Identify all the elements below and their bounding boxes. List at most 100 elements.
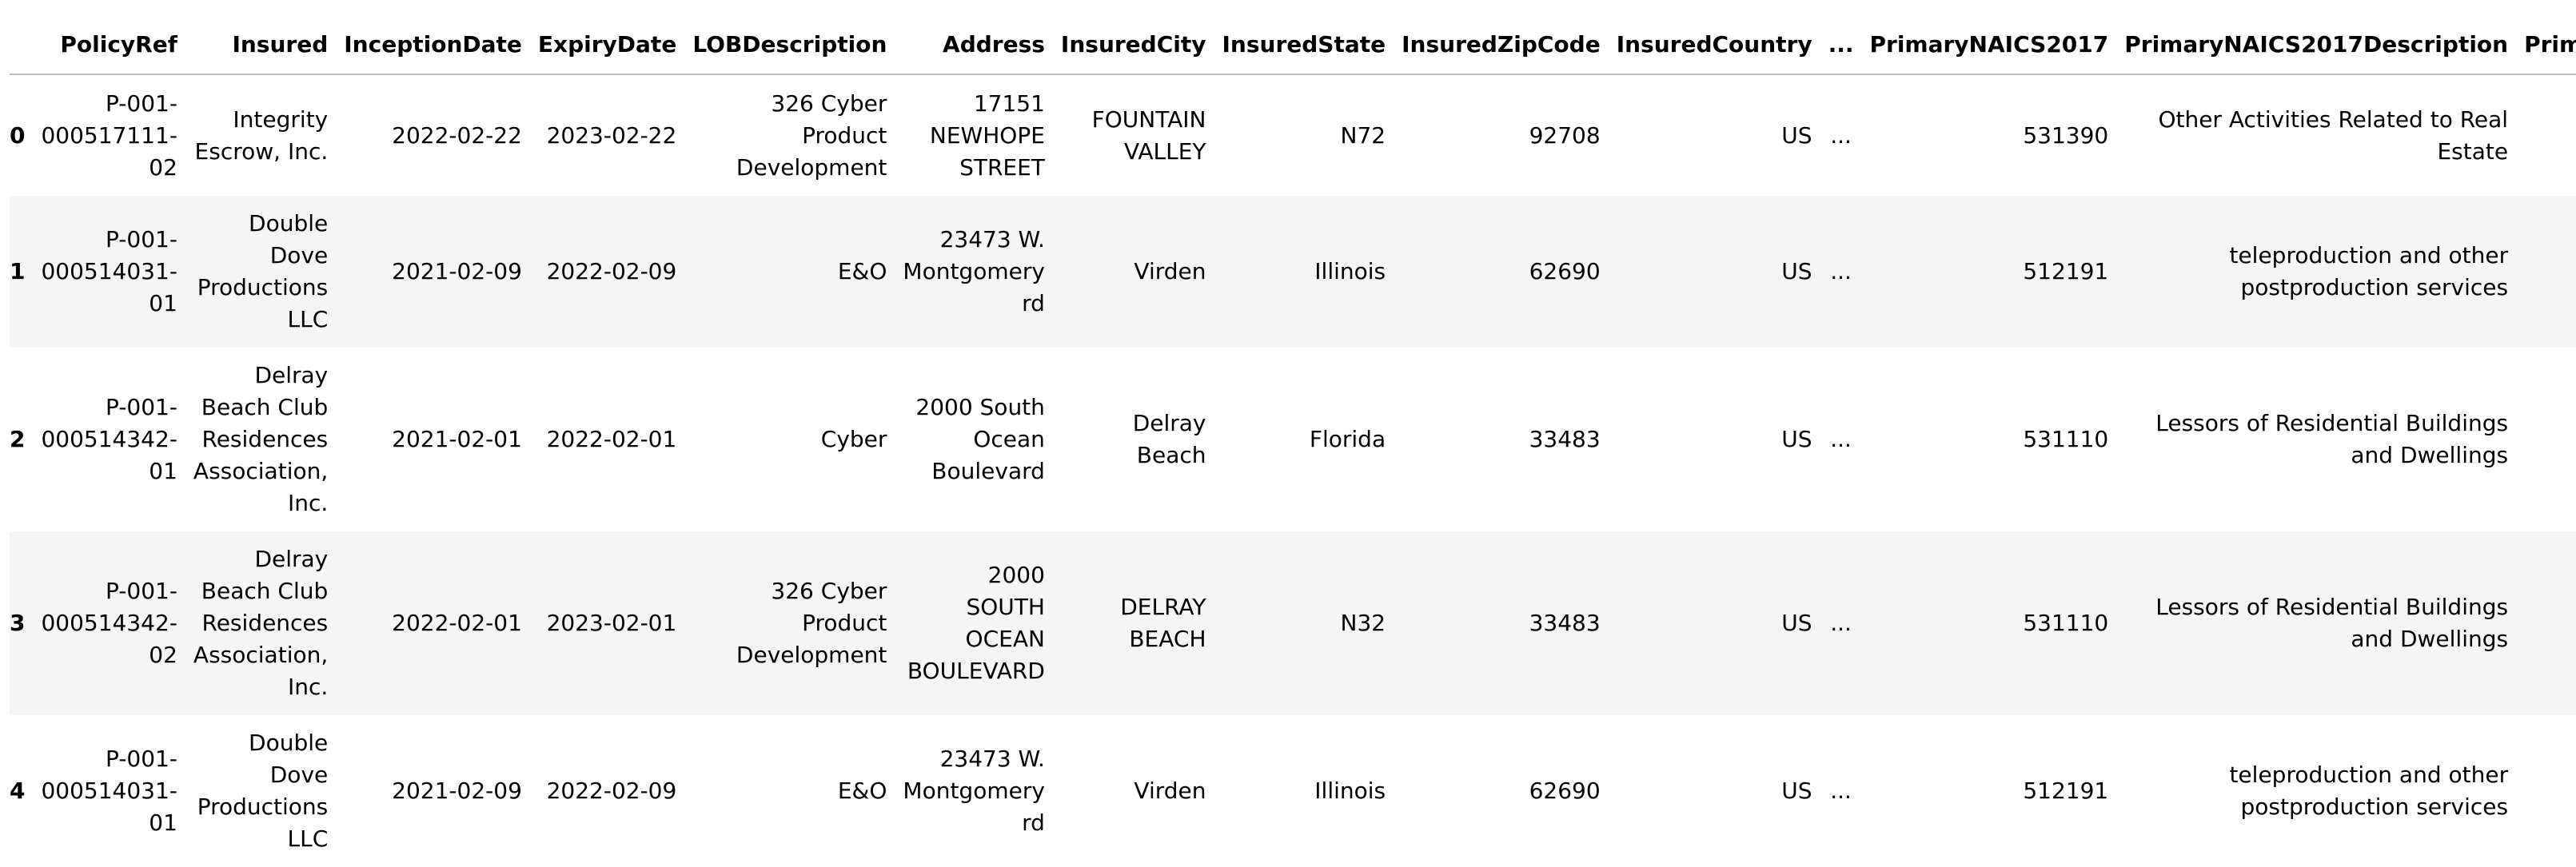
row-index: 1 — [10, 258, 26, 284]
header-lobdescription: LOBDescription — [684, 0, 895, 75]
cell-insuredcountry: US — [1781, 778, 1812, 804]
cell-inceptiondate: 2021-02-09 — [392, 258, 522, 284]
cell-primarynaics2017: 531390 — [2023, 121, 2109, 149]
cell-primarynaics2017: 512191 — [2023, 778, 2109, 804]
table-row: 2 P-001- 000514342- 01 Delray Beach Club… — [10, 348, 2576, 531]
header-policyref: PolicyRef — [33, 0, 185, 75]
row-index: 3 — [10, 610, 26, 636]
row-index: 2 — [10, 426, 26, 452]
header-insuredcity: InsuredCity — [1052, 0, 1214, 75]
cell-inceptiondate: 2022-02-22 — [392, 121, 522, 149]
cell-insured: Double Dove Productions LLC — [197, 210, 329, 332]
cell-insuredcity: FOUNTAIN VALLEY — [1091, 105, 1206, 165]
header-primarynaics2017description: PrimaryNAICS2017Description — [2116, 0, 2517, 75]
cell-insuredstate: N72 — [1340, 121, 1386, 149]
header-insuredstate: InsuredState — [1214, 0, 1394, 75]
cell-address: 2000 SOUTH OCEAN BOULEVARD — [907, 562, 1045, 684]
cell-expirydate: 2022-02-09 — [546, 778, 677, 804]
cell-address: 23473 W. Montgomery rd — [903, 226, 1045, 316]
cell-policyref: P-001- 000514342- 01 — [41, 394, 177, 484]
cell-insuredcountry: US — [1781, 610, 1812, 636]
cell-policyref: P-001- 000517111- 02 — [41, 89, 177, 181]
cell-lobdescription: Cyber — [820, 426, 887, 452]
cell-insuredzipcode: 62690 — [1529, 778, 1601, 804]
header-insuredcountry: InsuredCountry — [1608, 0, 1820, 75]
cell-insuredzipcode: 33483 — [1529, 610, 1601, 636]
cell-ellipsis: ... — [1830, 610, 1852, 636]
cell-primarysic: 6531 — [2516, 74, 2576, 196]
cell-ellipsis: ... — [1830, 121, 1852, 149]
row-index: 0 — [10, 121, 26, 149]
cell-insuredstate: N32 — [1340, 610, 1386, 636]
cell-insured: Double Dove Productions LLC — [197, 730, 329, 852]
cell-lobdescription: E&O — [837, 778, 887, 804]
row-index: 4 — [10, 778, 26, 804]
cell-insured: Delray Beach Club Residences Association… — [193, 546, 329, 700]
header-primarysic: PrimarySIC — [2516, 0, 2576, 75]
cell-insuredzipcode: 33483 — [1529, 426, 1601, 452]
header-index — [10, 0, 34, 75]
header-inceptiondate: InceptionDate — [336, 0, 530, 75]
cell-insuredcountry: US — [1781, 121, 1812, 149]
table-row: 3 P-001- 000514342- 02 Delray Beach Club… — [10, 531, 2576, 715]
cell-insuredstate: Illinois — [1314, 258, 1386, 284]
cell-address: 17151 NEWHOPE STREET — [929, 89, 1045, 181]
cell-inceptiondate: 2022-02-01 — [392, 610, 522, 636]
cell-inceptiondate: 2021-02-01 — [392, 426, 522, 452]
header-insuredzipcode: InsuredZipCode — [1394, 0, 1609, 75]
cell-primarysic: 6513 — [2516, 531, 2576, 715]
table-header: PolicyRef Insured InceptionDate ExpiryDa… — [10, 0, 2576, 75]
cell-lobdescription: 326 Cyber Product Development — [736, 578, 887, 668]
cell-primarynaics2017description: teleproduction and other postproduction … — [2229, 242, 2509, 300]
cell-primarynaics2017: 531110 — [2023, 610, 2109, 636]
cell-insured: Integrity Escrow, Inc. — [194, 105, 329, 165]
cell-expirydate: 2023-02-01 — [546, 610, 677, 636]
cell-ellipsis: ... — [1830, 426, 1852, 452]
cell-insured: Delray Beach Club Residences Association… — [193, 362, 329, 516]
header-expirydate: ExpiryDate — [529, 0, 685, 75]
cell-insuredcity: Delray Beach — [1132, 410, 1206, 468]
header-ellipsis: ... — [1820, 0, 1862, 75]
cell-insuredcity: Virden — [1134, 778, 1206, 804]
cell-primarysic: 6513 — [2516, 348, 2576, 531]
table-row: 4 P-001- 000514031- 01 Double Dove Produ… — [10, 715, 2576, 867]
cell-insuredstate: Florida — [1309, 426, 1386, 452]
cell-expirydate: 2023-02-22 — [546, 121, 677, 149]
cell-ellipsis: ... — [1830, 258, 1852, 284]
cell-lobdescription: 326 Cyber Product Development — [736, 89, 887, 181]
cell-insuredcity: Virden — [1134, 258, 1206, 284]
cell-expirydate: 2022-02-09 — [546, 258, 677, 284]
cell-address: 23473 W. Montgomery rd — [903, 746, 1045, 836]
cell-insuredzipcode: 92708 — [1529, 121, 1601, 149]
header-primarynaics2017: PrimaryNAICS2017 — [1861, 0, 2117, 75]
cell-insuredcountry: US — [1781, 258, 1812, 284]
cell-primarynaics2017description: teleproduction and other postproduction … — [2229, 762, 2509, 820]
cell-primarynaics2017: 531110 — [2023, 426, 2109, 452]
cell-primarynaics2017description: Other Activities Related to Real Estate — [2158, 105, 2509, 165]
cell-lobdescription: E&O — [837, 258, 887, 284]
cell-insuredcountry: US — [1781, 426, 1812, 452]
cell-primarynaics2017description: Lessors of Residential Buildings and Dwe… — [2155, 594, 2509, 652]
header-address: Address — [895, 0, 1053, 75]
cell-insuredstate: Illinois — [1314, 778, 1386, 804]
table-row: 1 P-001- 000514031- 01 Double Dove Produ… — [10, 196, 2576, 348]
table-body: 0 P-001- 000517111- 02 Integrity Escrow,… — [10, 74, 2576, 867]
cell-address: 2000 South Ocean Boulevard — [915, 394, 1045, 484]
header-insured: Insured — [185, 0, 337, 75]
cell-expirydate: 2022-02-01 — [546, 426, 677, 452]
cell-primarysic: 7819 — [2516, 196, 2576, 348]
dataframe-output: PolicyRef Insured InceptionDate ExpiryDa… — [10, 0, 2576, 867]
cell-insuredzipcode: 62690 — [1529, 258, 1601, 284]
cell-inceptiondate: 2021-02-09 — [392, 778, 522, 804]
cell-primarysic: 7819 — [2516, 715, 2576, 867]
cell-policyref: P-001- 000514031- 01 — [41, 226, 177, 316]
dataframe-table: PolicyRef Insured InceptionDate ExpiryDa… — [10, 0, 2576, 867]
cell-primarynaics2017description: Lessors of Residential Buildings and Dwe… — [2155, 410, 2509, 468]
table-row: 0 P-001- 000517111- 02 Integrity Escrow,… — [10, 74, 2576, 196]
cell-ellipsis: ... — [1830, 778, 1852, 804]
cell-policyref: P-001- 000514342- 02 — [41, 578, 177, 668]
cell-insuredcity: DELRAY BEACH — [1120, 594, 1206, 652]
cell-policyref: P-001- 000514031- 01 — [41, 746, 177, 836]
header-row: PolicyRef Insured InceptionDate ExpiryDa… — [10, 0, 2576, 75]
cell-primarynaics2017: 512191 — [2023, 258, 2109, 284]
